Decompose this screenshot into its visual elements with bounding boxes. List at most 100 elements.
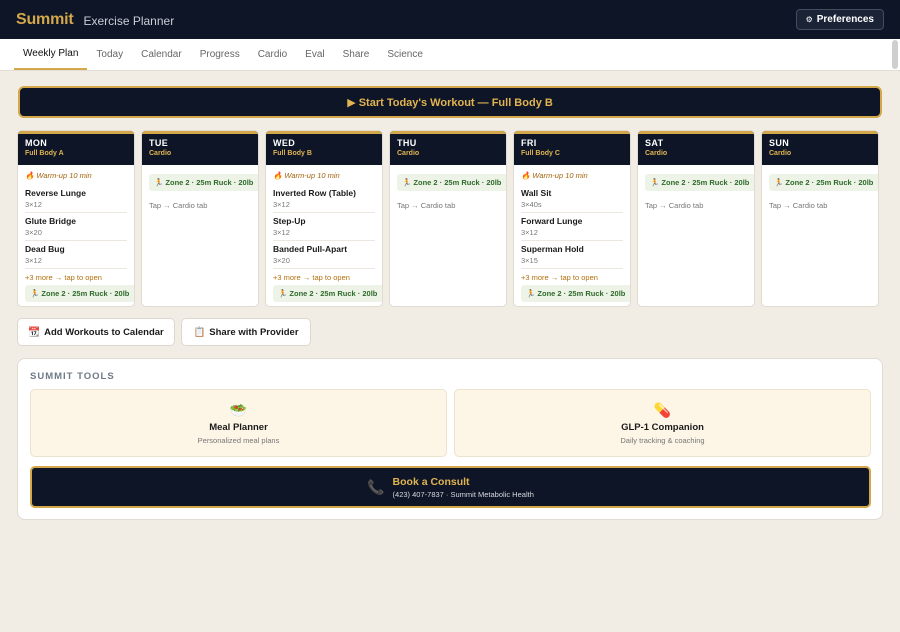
day-name: SAT [645, 138, 664, 148]
start-workout-button[interactable]: ▶ Start Today's Workout — Full Body B [18, 86, 882, 118]
day-name: THU [397, 138, 417, 148]
tab-cardio[interactable]: Cardio [249, 39, 296, 70]
exercise-name: Superman Hold [521, 244, 584, 254]
cardio-zone-badge: 🏃 Zone 2 · 25m Ruck · 20lb [769, 174, 878, 191]
tool-name: Meal Planner [209, 421, 268, 433]
day-type: Full Body C [521, 150, 560, 157]
cardio-zone-badge: 🏃 Zone 2 · 25m Ruck · 20lb [273, 285, 382, 302]
day-header: SUN Cardio [762, 131, 878, 165]
tab-weekly-plan[interactable]: Weekly Plan [14, 39, 88, 70]
summit-tools-panel: SUMMIT TOOLS 🥗 Meal Planner Personalized… [17, 358, 883, 520]
exercise-name: Reverse Lunge [25, 188, 86, 198]
gear-icon: ⚙ [805, 15, 813, 24]
tab-progress[interactable]: Progress [191, 39, 249, 70]
tools-title: SUMMIT TOOLS [30, 371, 115, 382]
day-name: WED [273, 138, 296, 148]
logo: Summit [16, 10, 74, 28]
day-card-sat[interactable]: SAT Cardio 🏃 Zone 2 · 25m Ruck · 20lb Ta… [637, 130, 755, 307]
day-header: SAT Cardio [638, 131, 754, 165]
exercise-item: Banded Pull-Apart 3×20 [273, 241, 375, 269]
exercise-name: Dead Bug [25, 244, 65, 254]
exercise-item: Superman Hold 3×15 [521, 241, 623, 269]
day-header: MON Full Body A [18, 131, 134, 165]
weekly-plan-row: MON Full Body A 🔥 Warm-up 10 min Reverse… [17, 130, 883, 308]
day-name: TUE [149, 138, 169, 148]
cardio-zone-badge: 🏃 Zone 2 · 25m Ruck · 20lb [521, 285, 630, 302]
top-bar: Summit Exercise Planner ⚙ Preferences [0, 0, 900, 39]
cardio-zone-badge: 🏃 Zone 2 · 25m Ruck · 20lb [149, 174, 258, 191]
consult-subtitle: (423) 407-7837 · Summit Metabolic Health [392, 489, 534, 499]
book-consult-button[interactable]: 📞 Book a Consult (423) 407-7837 · Summit… [30, 466, 871, 508]
exercise-name: Banded Pull-Apart [273, 244, 348, 254]
meal-planner-card[interactable]: 🥗 Meal Planner Personalized meal plans [30, 389, 447, 457]
day-type: Cardio [645, 150, 668, 157]
tab-calendar[interactable]: Calendar [132, 39, 191, 70]
day-card-mon[interactable]: MON Full Body A 🔥 Warm-up 10 min Reverse… [17, 130, 135, 307]
exercise-item: Wall Sit 3×40s [521, 185, 623, 213]
tap-cardio-hint: Tap → Cardio tab [769, 201, 828, 210]
day-name: FRI [521, 138, 537, 148]
exercise-name: Inverted Row (Table) [273, 188, 356, 198]
tool-name: GLP-1 Companion [621, 421, 704, 433]
exercise-item: Inverted Row (Table) 3×12 [273, 185, 375, 213]
warmup-label: 🔥 Warm-up 10 min [521, 171, 588, 180]
day-card-tue[interactable]: TUE Cardio 🏃 Zone 2 · 25m Ruck · 20lb Ta… [141, 130, 259, 307]
cardio-zone-badge: 🏃 Zone 2 · 25m Ruck · 20lb [397, 174, 506, 191]
tap-cardio-hint: Tap → Cardio tab [397, 201, 456, 210]
day-card-fri[interactable]: FRI Full Body C 🔥 Warm-up 10 min Wall Si… [513, 130, 631, 307]
more-exercises-link[interactable]: +3 more → tap to open [25, 273, 127, 282]
day-header: WED Full Body B [266, 131, 382, 165]
tab-eval[interactable]: Eval [296, 39, 333, 70]
exercise-sets: 3×15 [521, 256, 538, 265]
add-to-calendar-button[interactable]: 📆 Add Workouts to Calendar [17, 318, 175, 346]
exercise-sets: 3×40s [521, 200, 542, 209]
more-exercises-link[interactable]: +3 more → tap to open [521, 273, 623, 282]
glp1-companion-card[interactable]: 💊 GLP-1 Companion Daily tracking & coach… [454, 389, 871, 457]
exercise-sets: 3×20 [25, 228, 42, 237]
exercise-name: Step-Up [273, 216, 306, 226]
exercise-item: Reverse Lunge 3×12 [25, 185, 127, 213]
exercise-item: Glute Bridge 3×20 [25, 213, 127, 241]
share-with-provider-label: Share with Provider [209, 326, 299, 338]
day-type: Cardio [769, 150, 792, 157]
cardio-zone-badge: 🏃 Zone 2 · 25m Ruck · 20lb [25, 285, 134, 302]
exercise-item: Forward Lunge 3×12 [521, 213, 623, 241]
day-card-thu[interactable]: THU Cardio 🏃 Zone 2 · 25m Ruck · 20lb Ta… [389, 130, 507, 307]
exercise-item: Step-Up 3×12 [273, 213, 375, 241]
warmup-label: 🔥 Warm-up 10 min [25, 171, 92, 180]
tool-desc: Personalized meal plans [197, 435, 280, 445]
warmup-label: 🔥 Warm-up 10 min [273, 171, 340, 180]
day-card-wed[interactable]: WED Full Body B 🔥 Warm-up 10 min Inverte… [265, 130, 383, 307]
exercise-item: Dead Bug 3×12 [25, 241, 127, 269]
scrollbar[interactable] [892, 40, 898, 69]
exercise-sets: 3×12 [521, 228, 538, 237]
exercise-sets: 3×12 [25, 256, 42, 265]
phone-icon: 📞 [367, 478, 385, 495]
day-name: SUN [769, 138, 790, 148]
tap-cardio-hint: Tap → Cardio tab [645, 201, 704, 210]
exercise-sets: 3×20 [273, 256, 290, 265]
tab-science[interactable]: Science [378, 39, 432, 70]
day-type: Cardio [397, 150, 420, 157]
day-type: Cardio [149, 150, 172, 157]
consult-title: Book a Consult [392, 475, 470, 488]
pill-icon: 💊 [653, 401, 672, 418]
tab-share[interactable]: Share [334, 39, 379, 70]
add-to-calendar-label: Add Workouts to Calendar [44, 326, 164, 338]
preferences-button[interactable]: ⚙ Preferences [795, 9, 884, 30]
day-header: THU Cardio [390, 131, 506, 165]
more-exercises-link[interactable]: +3 more → tap to open [273, 273, 375, 282]
exercise-name: Forward Lunge [521, 216, 583, 226]
tool-desc: Daily tracking & coaching [620, 435, 705, 445]
preferences-label: Preferences [816, 14, 874, 25]
day-header: FRI Full Body C [514, 131, 630, 165]
day-header: TUE Cardio [142, 131, 258, 165]
day-type: Full Body A [25, 150, 64, 157]
tap-cardio-hint: Tap → Cardio tab [149, 201, 208, 210]
day-card-sun[interactable]: SUN Cardio 🏃 Zone 2 · 25m Ruck · 20lb Ta… [761, 130, 879, 307]
share-with-provider-button[interactable]: 📋 Share with Provider [181, 318, 311, 346]
tab-today[interactable]: Today [87, 39, 132, 70]
cardio-zone-badge: 🏃 Zone 2 · 25m Ruck · 20lb [645, 174, 754, 191]
calendar-icon: 📆 [28, 326, 41, 338]
app-title: Exercise Planner [83, 14, 175, 28]
